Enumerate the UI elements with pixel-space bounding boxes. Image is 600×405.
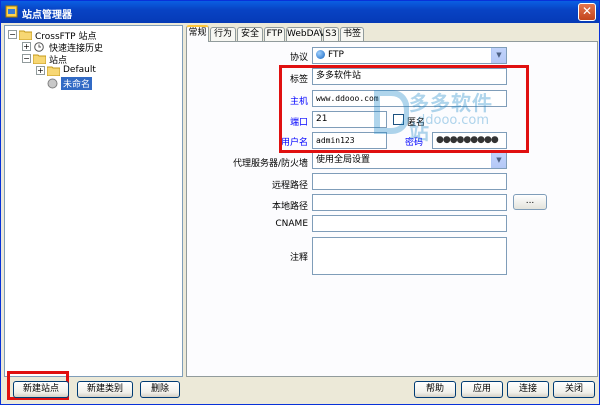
expand-icon[interactable]: +: [22, 42, 31, 51]
local-path-input[interactable]: [312, 194, 507, 211]
delete-button[interactable]: 删除: [140, 381, 180, 398]
help-button[interactable]: 帮助: [414, 381, 456, 398]
remote-path-input[interactable]: [312, 173, 507, 190]
tree-item-label: 未命名: [61, 77, 93, 90]
site-tree[interactable]: − CrossFTP 站点 + 快速连接历史 − 站点 + Default 未命…: [4, 25, 183, 377]
protocol-label: 协议: [289, 53, 308, 63]
protocol-select[interactable]: FTP ▼: [312, 47, 507, 64]
chevron-down-icon[interactable]: ▼: [491, 48, 506, 63]
collapse-icon[interactable]: −: [8, 30, 17, 39]
window-title: 站点管理器: [22, 10, 72, 21]
site-manager-window: 站点管理器 ✕ − CrossFTP 站点 + 快速连接历史 − 站点 + De…: [0, 0, 600, 405]
app-icon: [5, 5, 18, 18]
tab-s3[interactable]: S3: [323, 27, 339, 41]
tab-webdav[interactable]: WebDAV: [286, 27, 325, 41]
folder-icon: [47, 66, 60, 76]
expand-icon[interactable]: +: [36, 66, 45, 75]
tab-ftp[interactable]: FTP: [264, 27, 285, 41]
remote-path-label: 远程路径: [271, 181, 308, 191]
apply-button[interactable]: 应用: [461, 381, 503, 398]
proxy-select[interactable]: 使用全局设置 ▼: [312, 152, 507, 169]
cname-label: CNAME: [275, 219, 308, 229]
notes-label: 注释: [289, 253, 308, 263]
tree-item-sites[interactable]: − 站点: [22, 53, 172, 66]
notes-textarea[interactable]: [312, 237, 507, 275]
history-icon: [34, 42, 44, 52]
protocol-value: FTP: [328, 50, 344, 60]
proxy-value: 使用全局设置: [316, 155, 371, 165]
tab-behavior[interactable]: 行为: [210, 27, 236, 41]
tree-item-history[interactable]: + 快速连接历史: [22, 41, 172, 54]
window-close-button[interactable]: ✕: [578, 3, 596, 21]
tree-item-default[interactable]: + Default: [36, 65, 166, 77]
tab-general[interactable]: 常规: [186, 25, 209, 42]
local-path-label: 本地路径: [271, 202, 308, 212]
collapse-icon[interactable]: −: [22, 54, 31, 63]
tree-item-root[interactable]: − CrossFTP 站点: [8, 29, 178, 42]
close-button[interactable]: 关闭: [553, 381, 595, 398]
tab-bookmarks[interactable]: 书签: [340, 27, 364, 41]
site-icon: [47, 78, 58, 89]
title-bar: 站点管理器 ✕: [1, 1, 599, 23]
chevron-down-icon[interactable]: ▼: [491, 153, 506, 168]
proxy-label: 代理服务器/防火墙: [232, 159, 308, 169]
folder-open-icon: [33, 54, 46, 64]
new-category-button[interactable]: 新建类别: [77, 381, 133, 398]
folder-open-icon: [19, 30, 32, 40]
highlight-box-credentials: [279, 65, 529, 153]
tree-item-unnamed[interactable]: 未命名: [47, 77, 107, 90]
connect-button[interactable]: 连接: [507, 381, 549, 398]
new-site-button[interactable]: 新建站点: [13, 381, 69, 398]
browse-button[interactable]: ...: [513, 194, 547, 210]
cname-input[interactable]: [312, 215, 507, 232]
tab-security[interactable]: 安全: [237, 27, 263, 41]
globe-icon: [316, 50, 325, 59]
tree-item-label: Default: [63, 65, 96, 75]
